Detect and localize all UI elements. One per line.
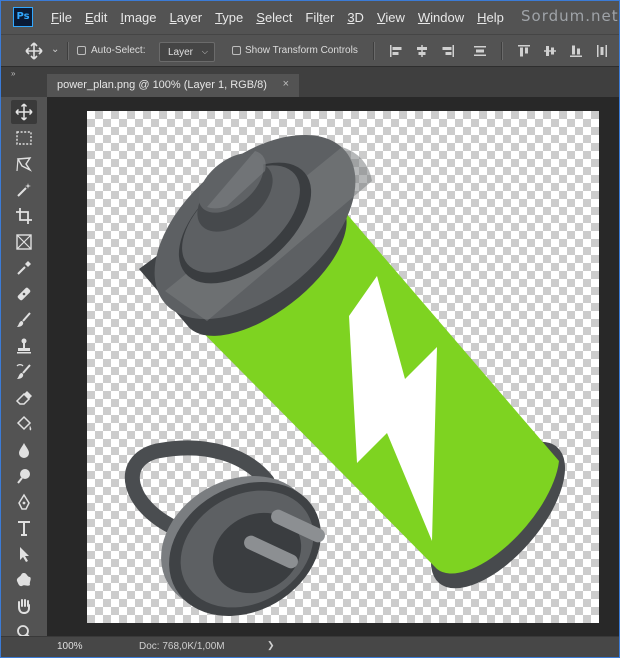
status-menu-arrow-icon[interactable]: ❯ — [267, 640, 275, 651]
paint-bucket-icon — [16, 415, 32, 431]
eyedropper-tool-button[interactable] — [11, 256, 37, 280]
options-divider — [501, 42, 503, 60]
tool-preset-chevron-down-icon[interactable]: ⌄ — [51, 44, 59, 55]
auto-select-target-value: Layer — [168, 47, 194, 58]
show-transform-controls-checkbox[interactable] — [232, 46, 241, 55]
type-icon — [18, 521, 30, 536]
crop-icon — [16, 208, 32, 224]
history-brush-tool-button[interactable] — [11, 360, 37, 384]
close-icon[interactable]: × — [283, 78, 289, 90]
menu-bar: Ps File Edit Image Layer Type Select Filter 3D V… — [1, 1, 619, 34]
crop-tool-button[interactable] — [11, 204, 37, 228]
dodge-tool-button[interactable] — [11, 464, 37, 488]
auto-select-label: Auto-Select: — [91, 45, 146, 56]
align-top-edges-icon[interactable] — [517, 44, 531, 58]
collapse-toolbar-icon[interactable]: » — [11, 69, 16, 78]
history-brush-icon — [16, 364, 31, 379]
align-bottom-edges-icon[interactable] — [569, 44, 583, 58]
options-divider — [67, 42, 69, 60]
dodge-icon — [17, 469, 30, 484]
menu-items: File Edit Image Layer Type Select Filter 3D View… — [51, 1, 517, 34]
frame-icon — [16, 234, 32, 250]
align-vertical-centers-icon[interactable] — [543, 44, 557, 58]
distribute-horizontal-icon[interactable] — [595, 44, 609, 58]
auto-select-checkbox[interactable] — [77, 46, 86, 55]
options-divider — [373, 42, 375, 60]
magic-wand-icon — [17, 183, 31, 197]
document-size-info: Doc: 768,0K/1,00M — [139, 641, 225, 652]
power-plug — [161, 476, 325, 616]
brush-tool-button[interactable] — [11, 308, 37, 332]
menu-item[interactable]: 3D — [347, 1, 364, 34]
move-tool-button[interactable] — [11, 100, 37, 124]
lasso-tool-button[interactable] — [11, 152, 37, 176]
align-horizontal-centers-icon[interactable] — [415, 44, 429, 58]
stamp-icon — [17, 338, 31, 354]
path-selection-tool-button[interactable] — [11, 542, 37, 566]
align-right-edges-icon[interactable] — [441, 44, 455, 58]
menu-item[interactable]: Image — [120, 1, 156, 34]
menu-item[interactable]: Edit — [85, 1, 107, 34]
move-icon — [15, 103, 33, 121]
sordum-watermark: Sordum.net — [521, 7, 619, 25]
move-tool-icon[interactable] — [23, 42, 45, 60]
rectangular-marquee-icon — [16, 131, 32, 145]
hand-tool-button[interactable] — [11, 594, 37, 618]
type-tool-button[interactable] — [11, 516, 37, 540]
menu-item[interactable]: Window — [418, 1, 464, 34]
pen-tool-button[interactable] — [11, 490, 37, 514]
blur-tool-button[interactable] — [11, 438, 37, 462]
clone-stamp-tool-button[interactable] — [11, 334, 37, 358]
zoom-level[interactable]: 100% — [57, 641, 83, 652]
magic-wand-tool-button[interactable] — [11, 178, 37, 202]
menu-item[interactable]: View — [377, 1, 405, 34]
photoshop-window: Ps File Edit Image Layer Type Select Filter 3D V… — [0, 0, 620, 658]
eyedropper-icon — [17, 261, 31, 275]
eraser-tool-button[interactable] — [11, 386, 37, 410]
menu-item[interactable]: Select — [256, 1, 292, 34]
paint-bucket-tool-button[interactable] — [11, 412, 37, 436]
photoshop-logo-icon[interactable]: Ps — [13, 7, 33, 27]
custom-shape-tool-button[interactable] — [11, 568, 37, 592]
menu-item[interactable]: Layer — [170, 1, 203, 34]
chevron-down-icon: ⌵ — [201, 47, 208, 56]
healing-brush-tool-button[interactable] — [11, 282, 37, 306]
path-selection-icon — [20, 547, 29, 562]
document-tab-bar: » power_plan.png @ 100% (Layer 1, RGB/8)… — [1, 67, 619, 97]
status-bar: 100% Doc: 768,0K/1,00M ❯ — [1, 636, 619, 657]
show-transform-controls-label: Show Transform Controls — [245, 45, 358, 56]
auto-select-target-dropdown[interactable]: Layer ⌵ — [159, 42, 215, 62]
tools-panel — [1, 97, 47, 642]
lasso-icon — [16, 157, 33, 172]
distribute-vertical-icon[interactable] — [473, 44, 487, 58]
eraser-icon — [15, 391, 32, 405]
menu-item[interactable]: Filter — [305, 1, 334, 34]
frame-tool-button[interactable] — [11, 230, 37, 254]
drop-icon — [19, 443, 29, 458]
bandage-icon — [17, 287, 31, 301]
brush-icon — [17, 312, 31, 327]
menu-item[interactable]: Help — [477, 1, 504, 34]
canvas-workspace[interactable] — [47, 97, 619, 636]
document-tab-title: power_plan.png @ 100% (Layer 1, RGB/8) — [57, 79, 267, 91]
options-bar: ⌄ Auto-Select: Layer ⌵ Show Transform Co… — [1, 34, 619, 67]
document-tab[interactable]: power_plan.png @ 100% (Layer 1, RGB/8) × — [47, 74, 299, 97]
image-canvas[interactable] — [87, 111, 599, 623]
pen-icon — [18, 493, 30, 510]
menu-item[interactable]: Type — [215, 1, 243, 34]
marquee-tool-button[interactable] — [11, 126, 37, 150]
hand-icon — [18, 599, 30, 615]
battery-artwork — [124, 134, 566, 616]
custom-shape-icon — [16, 573, 31, 587]
align-left-edges-icon[interactable] — [389, 44, 403, 58]
menu-item[interactable]: File — [51, 1, 72, 34]
